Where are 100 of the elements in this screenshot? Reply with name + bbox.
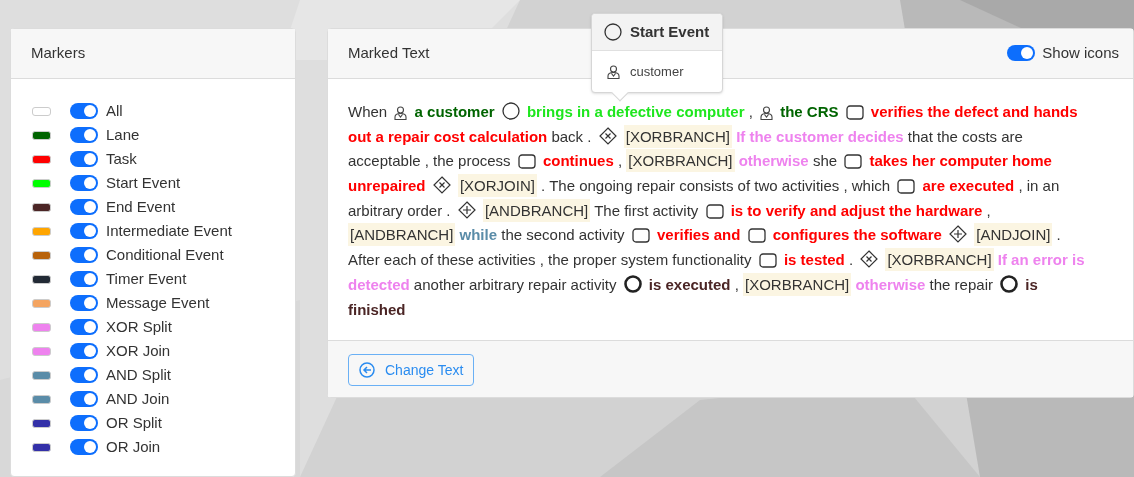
- tooltip-title: Start Event: [630, 21, 710, 42]
- toggle-switch[interactable]: [1007, 44, 1036, 61]
- text-run: the second activity: [501, 226, 625, 244]
- text-run: acceptable , the process: [348, 152, 511, 170]
- toggle-switch[interactable]: [70, 199, 98, 215]
- toggle-switch[interactable]: [70, 127, 98, 143]
- marker-label: Conditional Event: [106, 244, 224, 265]
- rounded-square-icon: [844, 154, 863, 170]
- rounded-square-icon: [845, 105, 864, 120]
- annotated-phrase: otherwise: [855, 275, 926, 293]
- text-run: , in an: [1018, 177, 1060, 195]
- rounded-square-icon: [631, 228, 650, 244]
- toggle-switch[interactable]: [70, 319, 98, 335]
- diamond-plus-icon: [457, 200, 476, 219]
- marker-label: Start Event: [106, 172, 181, 193]
- annotated-phrase: is to verify and adjust the hardware: [730, 201, 983, 219]
- rounded-square-icon: [747, 228, 766, 244]
- toggle-switch[interactable]: [70, 247, 98, 263]
- annotated-phrase: brings in a defective computer: [526, 103, 745, 120]
- annotated-phrase: out a repair cost calculation: [348, 127, 548, 145]
- text-run: the repair: [929, 275, 993, 293]
- annotated-phrase: a customer: [414, 103, 495, 120]
- gateway-tag: [XORBRANCH]: [623, 124, 732, 148]
- person-icon: [607, 64, 620, 79]
- tooltip-text: customer: [630, 62, 684, 81]
- gateway-tag: [XORBRANCH]: [626, 149, 735, 173]
- text-run: back .: [551, 127, 592, 145]
- marker-label: Intermediate Event: [106, 220, 232, 241]
- rounded-square-icon: [517, 154, 536, 170]
- marker-label: OR Join: [106, 436, 161, 457]
- change-text-button[interactable]: Change Text: [348, 354, 475, 386]
- annotated-phrase: configures the software: [772, 226, 942, 244]
- text-run: another arbitrary repair activity: [413, 275, 617, 293]
- toggle-switch[interactable]: [70, 295, 98, 311]
- bold-circle-icon: [623, 274, 642, 293]
- circle-icon: [501, 102, 520, 120]
- text-run: ,: [748, 103, 753, 120]
- annotated-phrase: is tested: [783, 251, 845, 269]
- annotated-phrase: verifies the defect and hands: [870, 103, 1078, 120]
- toggle-switch[interactable]: [70, 175, 98, 191]
- text-run: ,: [617, 152, 623, 170]
- marker-label: Timer Event: [106, 268, 187, 289]
- annotated-phrase: If an error is: [997, 251, 1085, 269]
- panel-title: Marked Text: [348, 43, 430, 64]
- text-run: she: [812, 152, 838, 170]
- bold-circle-icon: [1000, 274, 1019, 293]
- annotated-phrase: If the customer decides: [736, 127, 904, 145]
- annotated-phrase: continues: [542, 152, 614, 170]
- diamond-x-icon: [432, 176, 451, 195]
- annotated-phrase: verifies and: [656, 226, 741, 244]
- marker-label: XOR Split: [106, 316, 172, 337]
- toggle-label: Show icons: [1042, 43, 1119, 64]
- circle-icon: [604, 23, 622, 41]
- annotated-phrase: otherwise: [738, 152, 809, 170]
- marker-label: End Event: [106, 196, 176, 217]
- gateway-tag: [ANDBRANCH]: [482, 198, 591, 222]
- text-run: ,: [734, 275, 739, 293]
- gateway-tag: [XORBRANCH]: [743, 272, 852, 296]
- annotated-phrase: are executed: [922, 177, 1015, 195]
- rounded-square-icon: [758, 253, 777, 269]
- rounded-square-icon: [897, 179, 916, 195]
- person-icon: [760, 106, 773, 120]
- diamond-x-icon: [598, 126, 617, 145]
- text-run: arbitrary order .: [348, 201, 451, 219]
- toggle-switch[interactable]: [70, 223, 98, 239]
- toggle-switch[interactable]: [70, 271, 98, 287]
- text-run: .: [1056, 226, 1061, 244]
- text-run: that the costs are: [907, 127, 1023, 145]
- gateway-tag: [XORJOIN]: [457, 174, 537, 198]
- annotated-phrase: takes her computer home: [869, 152, 1052, 170]
- annotated-phrase: the CRS: [780, 103, 839, 120]
- gateway-tag: [ANDBRANCH]: [348, 223, 456, 247]
- gateway-tag: [ANDJOIN]: [974, 223, 1053, 247]
- text-run: After each of these activities , the proper system functionality: [348, 251, 752, 269]
- toggle-switch[interactable]: [70, 439, 98, 455]
- marker-label: OR Split: [106, 412, 162, 433]
- diamond-x-icon: [860, 250, 879, 269]
- person-icon: [394, 106, 408, 120]
- text-run: ,: [986, 201, 991, 219]
- text-run: When: [348, 103, 388, 120]
- annotated-phrase: finished: [348, 300, 406, 318]
- annotated-phrase: unrepaired: [348, 177, 426, 195]
- toggle-switch[interactable]: [70, 103, 98, 119]
- toggle-switch[interactable]: [70, 343, 98, 359]
- marker-label: Message Event: [106, 292, 210, 313]
- gateway-tag: [XORBRANCH]: [885, 248, 994, 272]
- diamond-plus-icon: [949, 225, 968, 244]
- toggle-switch[interactable]: [70, 391, 98, 407]
- toggle-switch[interactable]: [70, 415, 98, 431]
- annotated-phrase: detected: [348, 275, 410, 293]
- annotated-phrase: is executed: [648, 275, 731, 293]
- annotated-phrase: is: [1025, 275, 1038, 293]
- panel-title: Markers: [31, 43, 86, 64]
- marker-label: XOR Join: [106, 340, 171, 361]
- toggle-switch[interactable]: [70, 151, 98, 167]
- text-run: The first activity: [594, 201, 699, 219]
- annotated-phrase: while: [459, 226, 498, 244]
- marker-label: All: [106, 100, 123, 121]
- toggle-switch[interactable]: [70, 367, 98, 383]
- rounded-square-icon: [705, 203, 724, 219]
